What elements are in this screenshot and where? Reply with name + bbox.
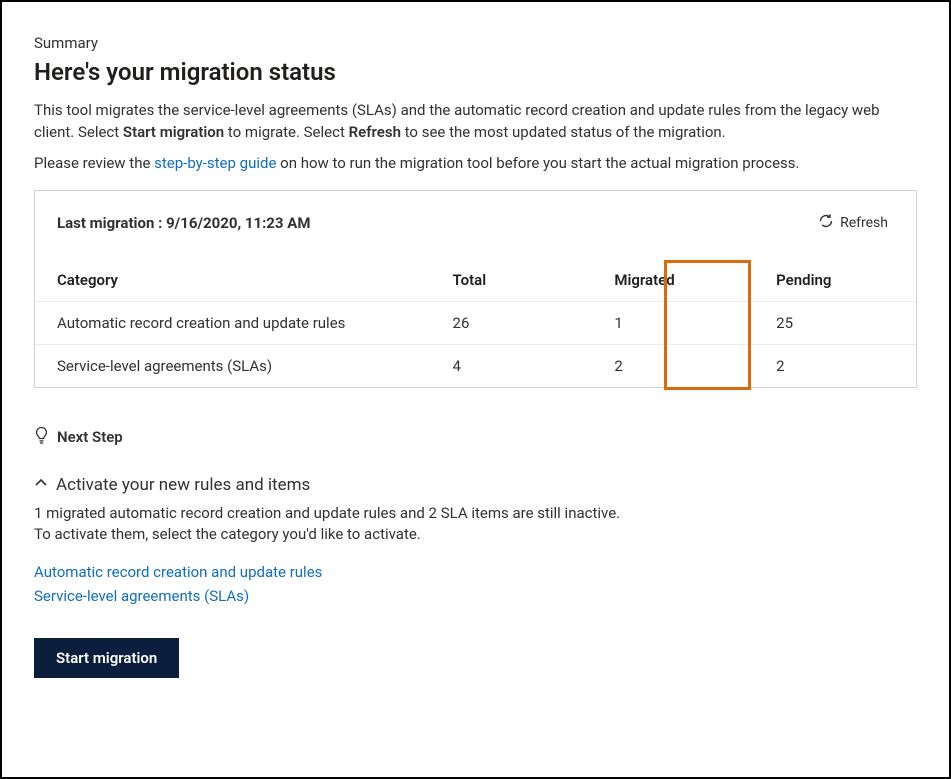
cell-pending: 25 <box>754 301 916 344</box>
description-bold-refresh: Refresh <box>349 123 401 141</box>
activate-rules-title: Activate your new rules and items <box>56 475 310 495</box>
cell-total: 26 <box>431 301 593 344</box>
cell-total: 4 <box>431 344 593 387</box>
activate-rules-body: 1 migrated automatic record creation and… <box>34 503 917 608</box>
migration-status-table: Category Total Migrated Pending Automati… <box>35 259 916 387</box>
activate-rules-section: Activate your new rules and items 1 migr… <box>34 475 917 608</box>
activate-rules-line1: 1 migrated automatic record creation and… <box>34 503 917 525</box>
table-row: Automatic record creation and update rul… <box>35 301 916 344</box>
col-header-pending: Pending <box>754 259 916 302</box>
cell-category: Automatic record creation and update rul… <box>35 301 431 344</box>
last-migration-label: Last migration : 9/16/2020, 11:23 AM <box>57 214 310 232</box>
activate-rules-line2: To activate them, select the category yo… <box>34 524 917 546</box>
step-by-step-guide-link[interactable]: step-by-step guide <box>154 154 276 172</box>
cell-pending: 2 <box>754 344 916 387</box>
description-bold-start-migration: Start migration <box>123 123 224 141</box>
arc-rules-link[interactable]: Automatic record creation and update rul… <box>34 563 322 581</box>
description-post: to see the most updated status of the mi… <box>401 123 726 141</box>
sla-link[interactable]: Service-level agreements (SLAs) <box>34 587 249 605</box>
category-link-list: Automatic record creation and update rul… <box>34 562 917 608</box>
col-header-migrated: Migrated <box>592 259 754 302</box>
table-header-row: Category Total Migrated Pending <box>35 259 916 302</box>
migration-status-card: Last migration : 9/16/2020, 11:23 AM Ref… <box>34 190 917 388</box>
col-header-category: Category <box>35 259 431 302</box>
activate-rules-toggle[interactable]: Activate your new rules and items <box>34 475 310 495</box>
migration-summary-page: Summary Here's your migration status Thi… <box>0 0 951 779</box>
table-row: Service-level agreements (SLAs) 4 2 2 <box>35 344 916 387</box>
next-step-heading: Next Step <box>34 426 917 449</box>
refresh-button[interactable]: Refresh <box>812 209 894 237</box>
chevron-up-icon <box>34 475 48 495</box>
refresh-icon <box>818 213 834 233</box>
start-migration-button[interactable]: Start migration <box>34 638 179 678</box>
summary-label: Summary <box>34 34 917 52</box>
cell-migrated: 2 <box>592 344 754 387</box>
refresh-button-label: Refresh <box>840 215 888 231</box>
cell-category: Service-level agreements (SLAs) <box>35 344 431 387</box>
page-title: Here's your migration status <box>34 58 917 86</box>
col-header-total: Total <box>431 259 593 302</box>
next-step-label: Next Step <box>57 428 123 446</box>
guide-post: on how to run the migration tool before … <box>276 154 799 172</box>
cell-migrated: 1 <box>592 301 754 344</box>
description-mid: to migrate. Select <box>224 123 348 141</box>
guide-text: Please review the step-by-step guide on … <box>34 154 917 172</box>
card-header: Last migration : 9/16/2020, 11:23 AM Ref… <box>35 191 916 245</box>
description-text: This tool migrates the service-level agr… <box>34 100 917 144</box>
guide-pre: Please review the <box>34 154 154 172</box>
start-migration-label: Start migration <box>56 649 157 667</box>
lightbulb-icon <box>34 426 49 449</box>
